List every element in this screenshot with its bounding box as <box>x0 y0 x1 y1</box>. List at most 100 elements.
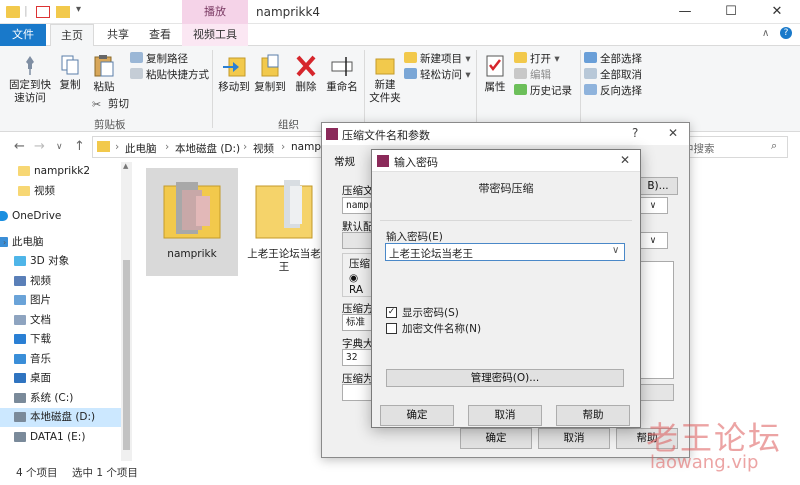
history-button[interactable]: 历史记录 <box>514 83 572 99</box>
help-icon[interactable]: ? <box>780 27 792 39</box>
nav-item-label: 音乐 <box>30 352 51 365</box>
rar-radio[interactable]: ◉ RA <box>349 272 371 296</box>
item-count: 4 个项目 <box>16 467 58 479</box>
nav-item[interactable]: 3D 对象 <box>0 252 132 271</box>
nav-item[interactable]: 音乐 <box>0 350 132 369</box>
nav-item[interactable]: 视频 <box>0 272 132 291</box>
tab-share[interactable]: 共享 <box>98 24 138 46</box>
file-tile-namprikk[interactable]: namprikk <box>146 168 238 276</box>
paste-button[interactable]: 粘贴 <box>88 54 120 94</box>
paste-shortcut-button[interactable]: 粘贴快捷方式 <box>130 67 209 83</box>
split-select[interactable] <box>342 384 372 401</box>
close-button[interactable]: ✕ <box>754 0 800 24</box>
archive-name-label: 压缩文 <box>342 185 374 197</box>
tab-home[interactable]: 主页 <box>50 24 94 46</box>
nav-item[interactable]: 视频 <box>0 182 132 201</box>
title-bar: | ▾ 播放 namprikk4 — ☐ ✕ <box>0 0 800 24</box>
tab-view[interactable]: 查看 <box>140 24 180 46</box>
folder-thumbnail-icon <box>162 176 222 242</box>
open-button[interactable]: 打开 ▾ <box>514 51 560 67</box>
video-icon <box>14 275 26 286</box>
context-tab-play[interactable]: 播放 <box>182 0 248 24</box>
maximize-button[interactable]: ☐ <box>708 0 754 24</box>
file-tile-folder-2[interactable]: 上老王论坛当老 王 <box>238 168 330 276</box>
nav-item[interactable]: 本地磁盘 (D:) <box>0 408 132 427</box>
pin-quick-access-button[interactable]: 固定到快 速访问 <box>8 54 52 105</box>
browse-button[interactable]: B)... <box>638 177 678 195</box>
chevron-down-icon[interactable]: ▾ <box>76 4 81 15</box>
nav-item[interactable]: 桌面 <box>0 369 132 388</box>
select-none-button[interactable]: 全部取消 <box>584 67 642 83</box>
minimize-button[interactable]: — <box>662 0 708 24</box>
cut-button[interactable]: ✂ 剪切 <box>92 96 129 112</box>
copy-button[interactable]: 复制 <box>56 54 84 92</box>
nav-item[interactable]: 此电脑 <box>0 233 132 252</box>
chevron-up-icon[interactable]: ∧ <box>762 28 769 39</box>
properties-icon[interactable] <box>36 6 50 18</box>
nav-scrollbar-thumb[interactable] <box>123 260 130 450</box>
tab-file[interactable]: 文件 <box>0 24 46 46</box>
set-password-button[interactable] <box>638 384 674 401</box>
copy-path-button[interactable]: 复制路径 <box>130 51 188 67</box>
search-input[interactable]: 中搜索 ⌕ <box>676 136 788 158</box>
select-all-icon <box>584 52 597 63</box>
manage-passwords-button[interactable]: 管理密码(O)... <box>386 369 624 387</box>
up-arrow-icon[interactable]: ↑ <box>74 139 85 154</box>
properties-button[interactable]: 属性 <box>480 54 510 94</box>
rename-button[interactable]: 重命名 <box>324 54 360 94</box>
nav-item[interactable]: OneDrive <box>0 207 132 226</box>
address-bar[interactable]: › 此电脑 › 本地磁盘 (D:) › 视频 › namp <box>92 136 330 158</box>
copy-to-button[interactable]: 复制到 <box>254 54 286 94</box>
tab-general[interactable]: 常规 <box>334 154 355 169</box>
ok-button[interactable]: 确定 <box>380 405 454 426</box>
method-select[interactable]: 标准 <box>342 314 372 331</box>
move-to-label: 移动到 <box>218 81 250 93</box>
picture-icon <box>14 295 26 305</box>
help-button[interactable]: 帮助 <box>556 405 630 426</box>
archive-name-field[interactable]: nampri <box>342 197 372 214</box>
nav-item[interactable]: 文档 <box>0 311 132 330</box>
nav-item[interactable]: 图片 <box>0 291 132 310</box>
select-none-label: 全部取消 <box>600 69 642 81</box>
new-folder-icon[interactable] <box>56 6 70 18</box>
forward-arrow-icon[interactable]: → <box>34 139 45 154</box>
show-password-checkbox[interactable]: ✓ <box>386 307 397 318</box>
nav-item[interactable]: 下载 <box>0 330 132 349</box>
chevron-down-icon[interactable]: ∨ <box>638 232 668 249</box>
easy-access-button[interactable]: 轻松访问 ▾ <box>404 67 471 83</box>
expand-chevron-icon[interactable]: › <box>3 238 6 247</box>
new-folder-button[interactable]: 新建 文件夹 <box>368 54 402 105</box>
dictionary-select[interactable]: 32 MB <box>342 349 372 366</box>
back-arrow-icon[interactable]: ← <box>14 139 25 154</box>
select-all-button[interactable]: 全部选择 <box>584 51 642 67</box>
tab-video-tools[interactable]: 视频工具 <box>182 24 248 46</box>
edit-button[interactable]: 编辑 <box>514 67 551 83</box>
search-icon: ⌕ <box>771 139 778 152</box>
nav-item[interactable]: namprikk2 <box>0 162 132 181</box>
new-item-button[interactable]: 新建项目 ▾ <box>404 51 471 67</box>
breadcrumb-drive-d[interactable]: 本地磁盘 (D:) <box>175 141 240 156</box>
profile-select[interactable] <box>342 232 372 249</box>
close-icon[interactable]: ✕ <box>620 153 630 167</box>
nav-item[interactable]: 系统 (C:) <box>0 389 132 408</box>
help-icon[interactable]: ? <box>632 126 638 140</box>
chevron-down-icon[interactable]: ∨ <box>638 197 668 214</box>
delete-button[interactable]: 删除 <box>292 54 320 94</box>
cancel-button[interactable]: 取消 <box>468 405 542 426</box>
encrypt-names-checkbox[interactable] <box>386 323 397 334</box>
breadcrumb-this-pc[interactable]: 此电脑 <box>125 141 157 156</box>
close-icon[interactable]: ✕ <box>668 126 678 140</box>
scroll-up-icon[interactable]: ▲ <box>123 162 128 170</box>
move-to-button[interactable]: 移动到 <box>216 54 252 94</box>
desktop-icon <box>14 373 26 383</box>
invert-selection-button[interactable]: 反向选择 <box>584 83 642 99</box>
breadcrumb-videos[interactable]: 视频 <box>253 141 274 156</box>
nav-item-label: DATA1 (E:) <box>30 430 86 443</box>
breadcrumb-folder[interactable]: namp <box>291 141 321 153</box>
chevron-down-icon[interactable]: ∨ <box>612 245 619 256</box>
cancel-button[interactable]: 取消 <box>538 428 610 449</box>
nav-item[interactable]: DATA1 (E:) <box>0 428 132 447</box>
password-input[interactable]: 上老王论坛当老王 ∨ <box>385 243 625 261</box>
ok-button[interactable]: 确定 <box>460 428 532 449</box>
recent-chevron-icon[interactable]: ∨ <box>56 142 63 152</box>
